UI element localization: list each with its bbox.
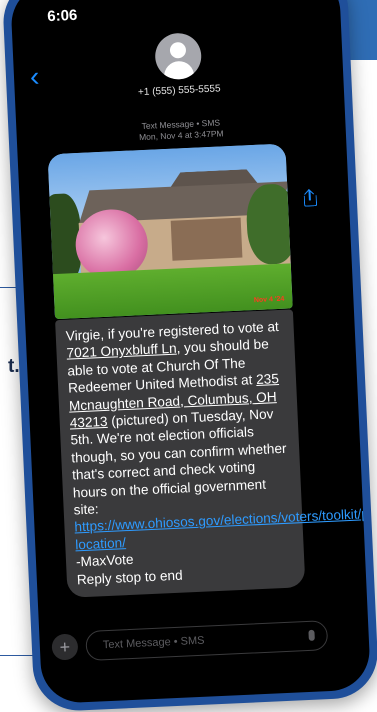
phone-frame: 6:06 ‹ +1 (555) 555-5555 Text Message • …	[1, 0, 377, 712]
contact-phone-number[interactable]: +1 (555) 555-5555	[15, 78, 344, 104]
message-photo[interactable]: Nov 4 '24	[47, 143, 293, 320]
chevron-left-icon[interactable]: ‹	[29, 61, 40, 92]
status-time: 6:06	[46, 6, 78, 26]
plus-icon[interactable]: +	[51, 633, 79, 661]
person-icon[interactable]	[153, 32, 202, 81]
message-bubble: Virgie, if you're registered to vote at …	[55, 309, 371, 598]
message-input-placeholder: Text Message • SMS	[102, 634, 205, 652]
microphone-icon[interactable]	[308, 629, 315, 641]
messages-screen: 6:06 ‹ +1 (555) 555-5555 Text Message • …	[9, 0, 372, 705]
share-icon[interactable]	[301, 189, 318, 207]
message-address: 7021 Onyxbluff Ln	[66, 341, 177, 362]
photo-date-stamp: Nov 4 '24	[253, 295, 285, 305]
message-link[interactable]: https://www.ohiosos.gov/elections/voters…	[74, 505, 371, 552]
thread-meta: Text Message • SMS Mon, Nov 4 at 3:47PM	[16, 112, 346, 149]
message-input[interactable]: Text Message • SMS	[85, 620, 329, 662]
